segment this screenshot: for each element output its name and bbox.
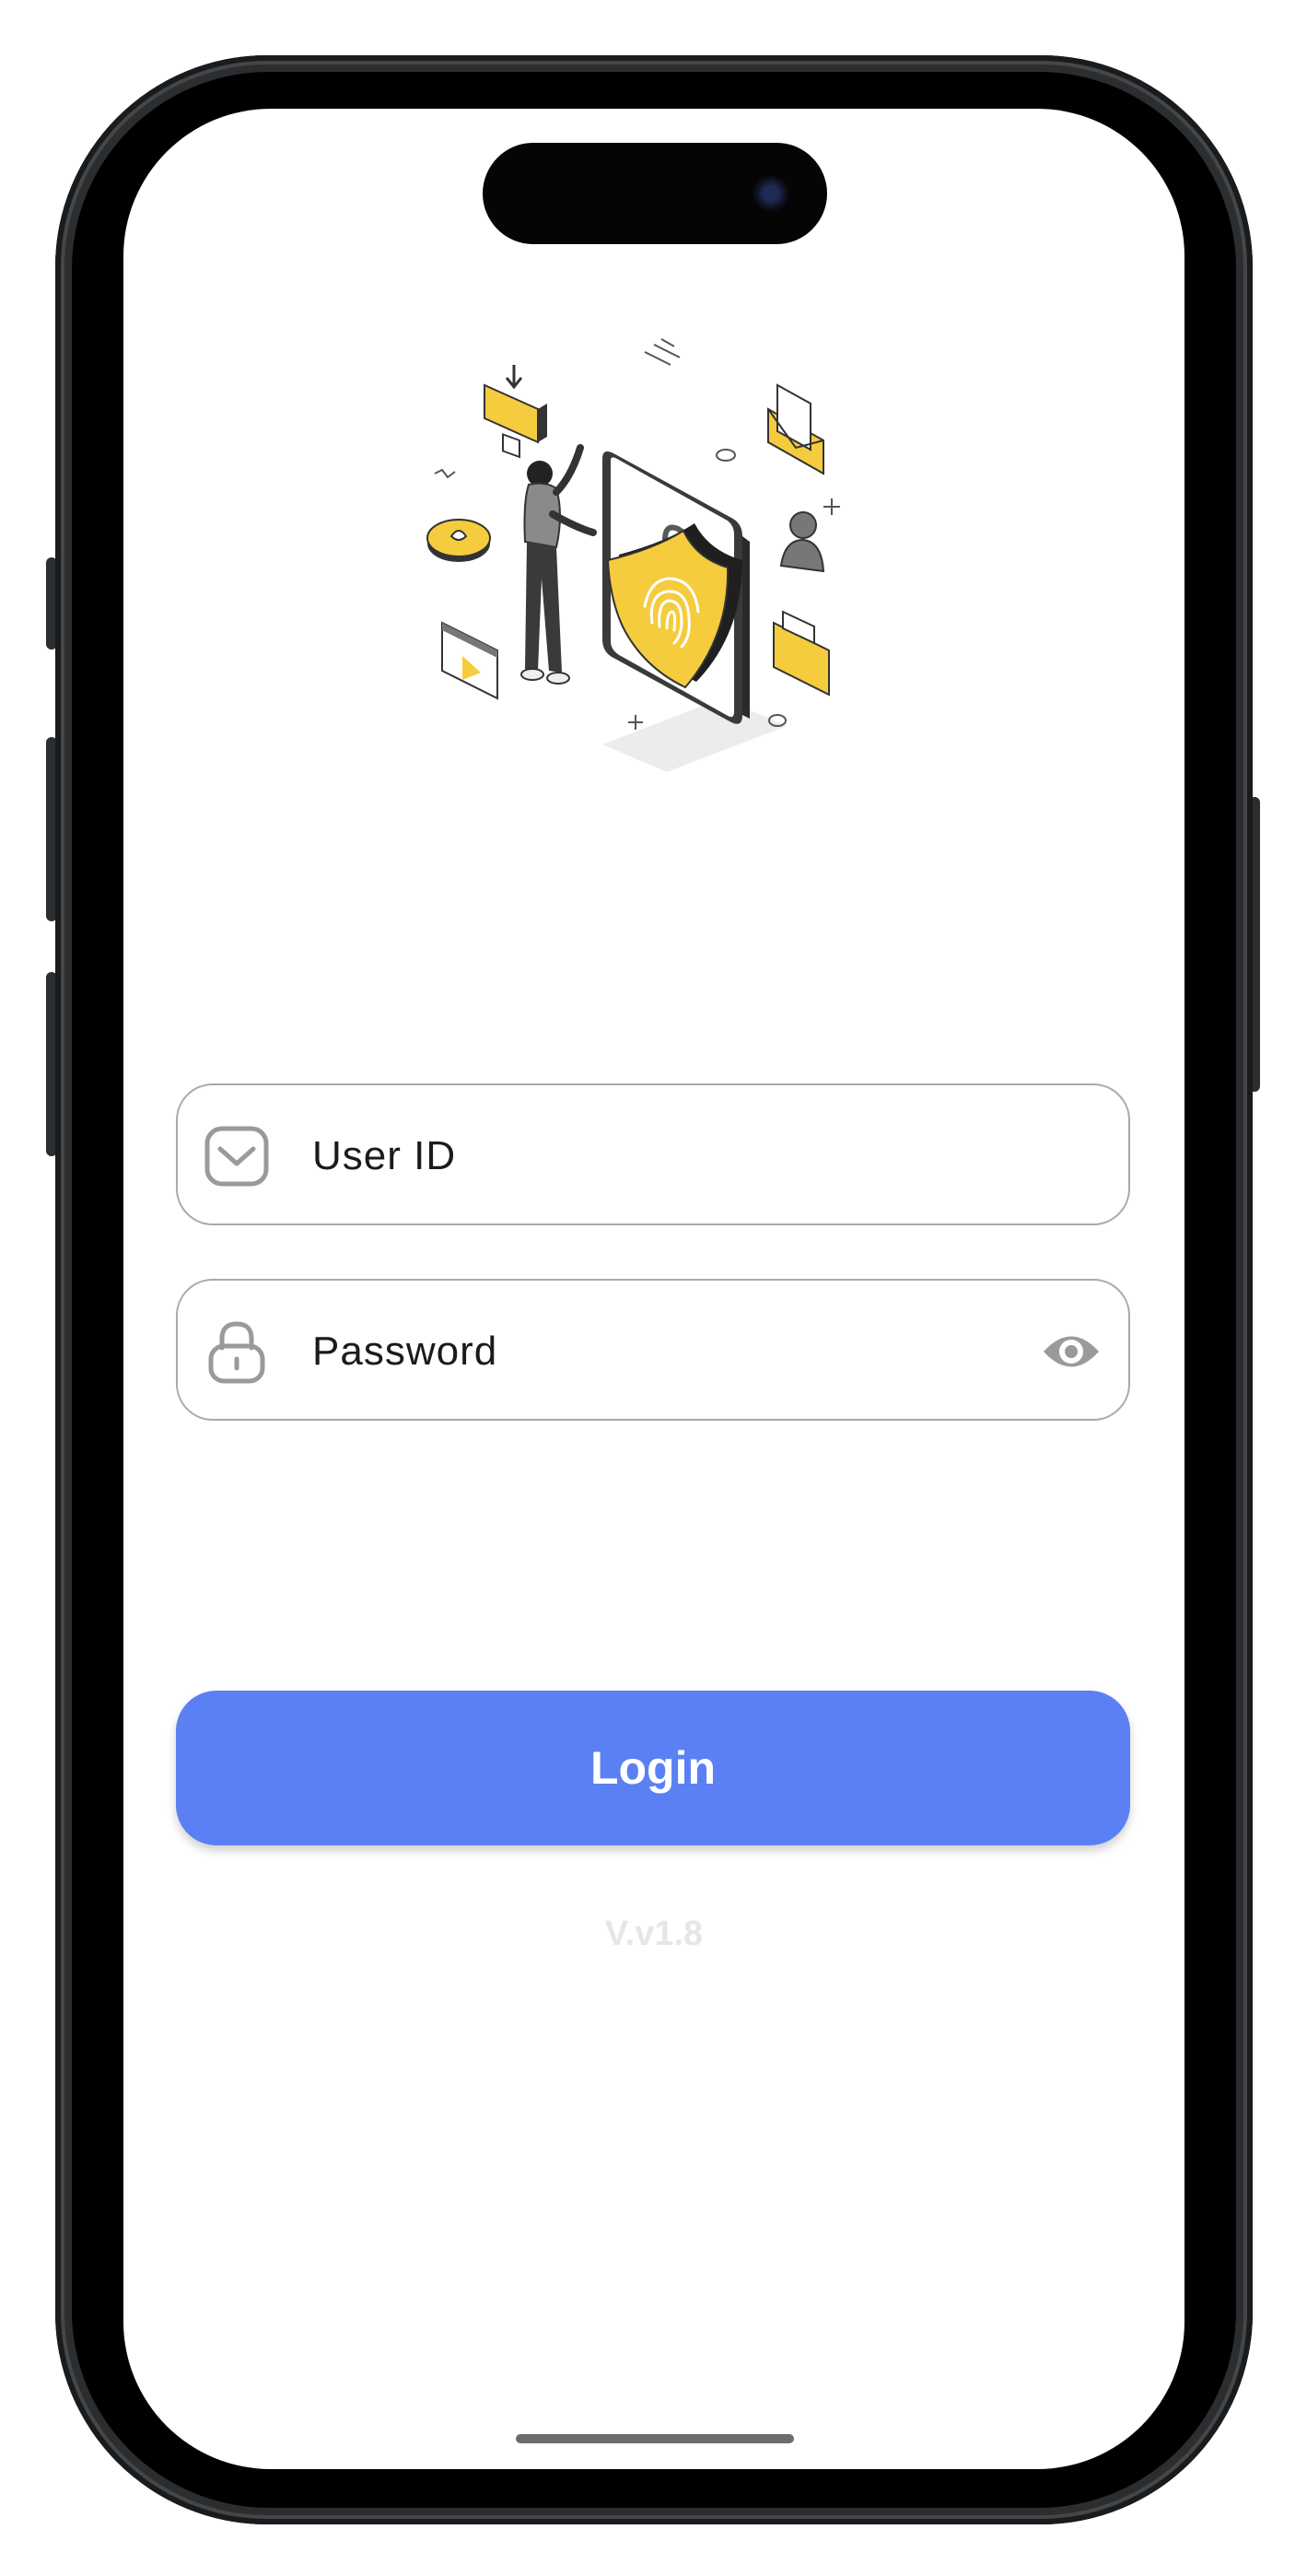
app-screen: User ID Password Login V.v1.8: [123, 109, 1184, 2469]
version-label: V.v1.8: [604, 1914, 704, 1953]
user-id-placeholder: User ID: [312, 1133, 457, 1178]
envelope-illustration-icon: [767, 383, 824, 475]
lock-icon: [208, 1321, 265, 1384]
user-illustration-icon: [779, 511, 825, 573]
device-canvas: User ID Password Login V.v1.8: [0, 0, 1307, 2576]
security-illustration: [426, 338, 840, 772]
eye-icon[interactable]: [1042, 1327, 1101, 1376]
login-button[interactable]: Login: [176, 1691, 1130, 1845]
dynamic-island: [483, 143, 827, 244]
user-id-field[interactable]: User ID: [176, 1083, 1130, 1225]
person-illustration-icon: [520, 444, 597, 685]
front-camera-icon: [753, 176, 788, 211]
media-card-illustration-icon: [441, 621, 498, 700]
coin-illustration-icon: [426, 519, 491, 562]
envelope-icon: [204, 1126, 269, 1187]
folder-right-illustration-icon: [773, 610, 830, 697]
password-field[interactable]: Password: [176, 1279, 1130, 1421]
home-indicator[interactable]: [516, 2434, 794, 2443]
password-placeholder: Password: [312, 1329, 498, 1374]
folder-illustration-icon: [484, 365, 547, 459]
